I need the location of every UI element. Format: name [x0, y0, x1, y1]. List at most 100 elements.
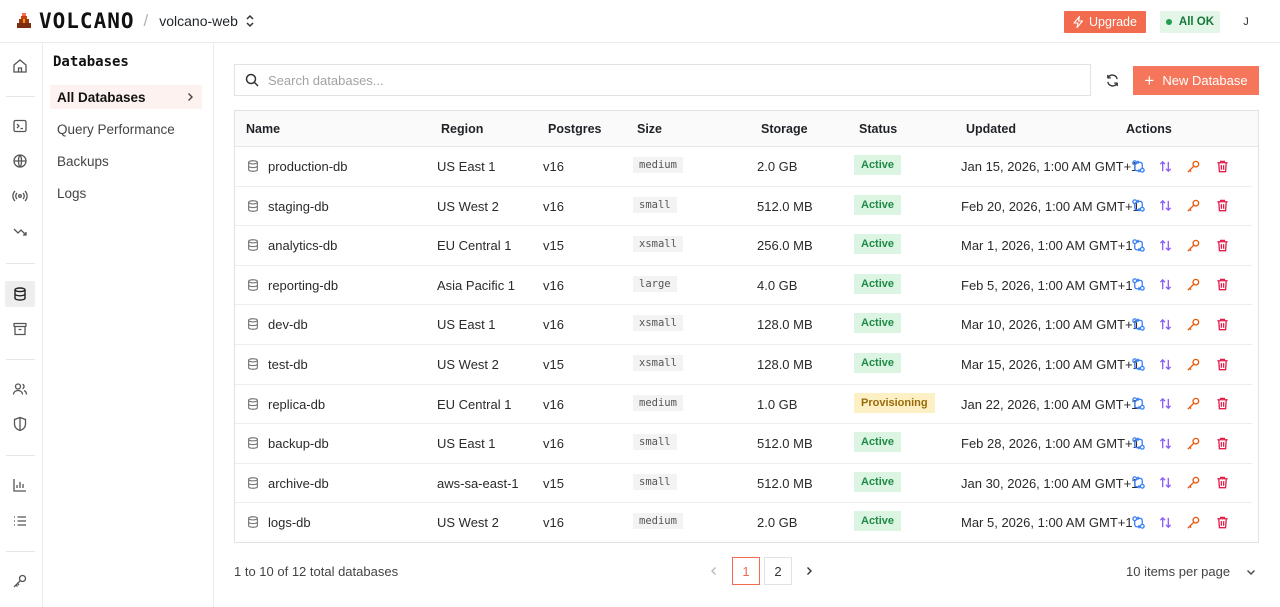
db-name[interactable]: test-db: [268, 357, 308, 372]
transfer-button[interactable]: [1157, 475, 1173, 491]
terminal-icon[interactable]: [5, 113, 35, 139]
search-box[interactable]: [234, 64, 1091, 96]
column-header-postgres[interactable]: Postgres: [548, 122, 602, 136]
transfer-button[interactable]: [1157, 514, 1173, 530]
credentials-button[interactable]: [1185, 396, 1201, 412]
delete-button[interactable]: [1214, 356, 1230, 372]
column-header-region[interactable]: Region: [441, 122, 483, 136]
project-switcher[interactable]: volcano-web: [159, 13, 255, 29]
user-avatar[interactable]: J: [1234, 10, 1258, 34]
subnav-item-all-databases[interactable]: All Databases: [50, 85, 202, 109]
credentials-button[interactable]: [1185, 277, 1201, 293]
compare-button[interactable]: [1130, 316, 1146, 332]
delete-button[interactable]: [1214, 514, 1230, 530]
subnav-item-backups[interactable]: Backups: [50, 149, 202, 173]
compare-button[interactable]: [1130, 475, 1146, 491]
subnav-item-query-performance[interactable]: Query Performance: [50, 117, 202, 141]
subnav-item-logs[interactable]: Logs: [50, 181, 202, 205]
credentials-button[interactable]: [1185, 435, 1201, 451]
compare-button[interactable]: [1130, 237, 1146, 253]
broadcast-icon[interactable]: [5, 183, 35, 209]
table-row[interactable]: production-db US East 1 v16 medium 2.0 GB Act…: [235, 147, 1252, 187]
transfer-button[interactable]: [1157, 198, 1173, 214]
flow-icon[interactable]: [5, 219, 35, 245]
key-icon[interactable]: [5, 568, 35, 594]
table-row[interactable]: test-db US West 2 v15 xsmall 128.0 MB Active M…: [235, 345, 1252, 385]
delete-button[interactable]: [1214, 277, 1230, 293]
refresh-button[interactable]: [1100, 68, 1124, 92]
credentials-button[interactable]: [1185, 158, 1201, 174]
db-name[interactable]: staging-db: [268, 199, 329, 214]
column-header-updated[interactable]: Updated: [966, 122, 1016, 136]
logo[interactable]: VOLCANO: [14, 9, 135, 33]
table-row[interactable]: staging-db US West 2 v16 small 512.0 MB Activ…: [235, 187, 1252, 227]
home-icon[interactable]: [5, 53, 35, 79]
db-name[interactable]: logs-db: [268, 515, 311, 530]
rail-divider: [6, 359, 35, 360]
column-header-status[interactable]: Status: [859, 122, 897, 136]
delete-button[interactable]: [1214, 237, 1230, 253]
credentials-button[interactable]: [1185, 316, 1201, 332]
compare-button[interactable]: [1130, 277, 1146, 293]
credentials-button[interactable]: [1185, 514, 1201, 530]
compare-button[interactable]: [1130, 158, 1146, 174]
delete-button[interactable]: [1214, 396, 1230, 412]
status-badge: Active: [854, 511, 902, 532]
transfer-button[interactable]: [1157, 356, 1173, 372]
transfer-button[interactable]: [1157, 277, 1173, 293]
column-header-storage[interactable]: Storage: [761, 122, 808, 136]
credentials-button[interactable]: [1185, 237, 1201, 253]
next-page-button[interactable]: [801, 562, 817, 580]
transfer-button[interactable]: [1157, 435, 1173, 451]
db-name[interactable]: archive-db: [268, 476, 329, 491]
delete-button[interactable]: [1214, 475, 1230, 491]
compare-button[interactable]: [1130, 356, 1146, 372]
delete-button[interactable]: [1214, 158, 1230, 174]
list-icon[interactable]: [5, 508, 35, 534]
db-name[interactable]: replica-db: [268, 397, 325, 412]
column-header-name[interactable]: Name: [246, 122, 280, 136]
table-row[interactable]: reporting-db Asia Pacific 1 v16 large 4.0 GB…: [235, 266, 1252, 306]
page-button-2[interactable]: 2: [764, 557, 792, 585]
bar-chart-icon[interactable]: [5, 472, 35, 498]
new-database-button[interactable]: + New Database: [1133, 66, 1259, 95]
page-button-1[interactable]: 1: [732, 557, 760, 585]
table-row[interactable]: dev-db US East 1 v16 xsmall 128.0 MB Active Ma…: [235, 305, 1252, 345]
compare-button[interactable]: [1130, 435, 1146, 451]
compare-button[interactable]: [1130, 514, 1146, 530]
db-name[interactable]: production-db: [268, 159, 348, 174]
delete-button[interactable]: [1214, 316, 1230, 332]
compare-button[interactable]: [1130, 198, 1146, 214]
column-header-size[interactable]: Size: [637, 122, 662, 136]
credentials-button[interactable]: [1185, 356, 1201, 372]
delete-button[interactable]: [1214, 198, 1230, 214]
table-row[interactable]: analytics-db EU Central 1 v15 xsmall 256.0 M…: [235, 226, 1252, 266]
table-row[interactable]: logs-db US West 2 v16 medium 2.0 GB Active Mar…: [235, 503, 1252, 543]
transfer-button[interactable]: [1157, 316, 1173, 332]
search-input[interactable]: [268, 72, 1048, 88]
db-name[interactable]: dev-db: [268, 317, 308, 332]
subnav-item-label: Query Performance: [57, 121, 175, 137]
db-name[interactable]: backup-db: [268, 436, 329, 451]
shield-icon[interactable]: [5, 411, 35, 437]
credentials-button[interactable]: [1185, 475, 1201, 491]
items-per-page-select[interactable]: 10 items per page: [1126, 564, 1256, 579]
transfer-button[interactable]: [1157, 237, 1173, 253]
table-row[interactable]: replica-db EU Central 1 v16 medium 1.0 GB Pro…: [235, 385, 1252, 425]
delete-button[interactable]: [1214, 435, 1230, 451]
transfer-button[interactable]: [1157, 396, 1173, 412]
database-icon[interactable]: [5, 281, 35, 307]
globe-icon[interactable]: [5, 148, 35, 174]
transfer-button[interactable]: [1157, 158, 1173, 174]
archive-icon[interactable]: [5, 316, 35, 342]
compare-button[interactable]: [1130, 396, 1146, 412]
upgrade-button[interactable]: Upgrade: [1064, 10, 1146, 33]
table-row[interactable]: archive-db aws-sa-east-1 v15 small 512.0 MB A…: [235, 464, 1252, 504]
credentials-button[interactable]: [1185, 198, 1201, 214]
users-icon[interactable]: [5, 376, 35, 402]
db-name[interactable]: analytics-db: [268, 238, 337, 253]
system-status-badge[interactable]: All OK: [1160, 10, 1220, 33]
previous-page-button[interactable]: [706, 562, 722, 580]
table-row[interactable]: backup-db US East 1 v16 small 512.0 MB Active…: [235, 424, 1252, 464]
db-name[interactable]: reporting-db: [268, 278, 338, 293]
